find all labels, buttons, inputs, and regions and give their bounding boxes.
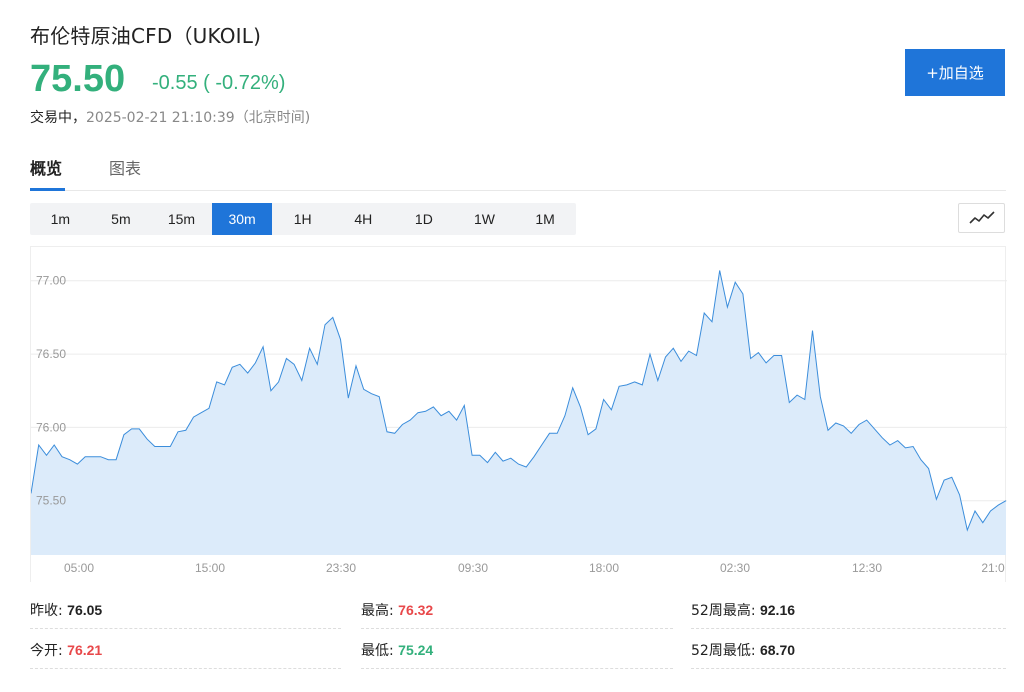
interval-30m[interactable]: 30m [211,203,273,235]
stat-high: 最高: 76.32 [361,600,433,635]
x-tick-label: 09:30 [458,561,488,575]
stat-label: 最高: [361,603,394,619]
stat-value: 75.24 [398,642,434,658]
interval-5m[interactable]: 5m [91,203,152,235]
interval-1h[interactable]: 1H [272,203,333,235]
price-chart-svg: 77.00 76.50 76.00 75.50 05:00 15:00 23:30 09:30… [31,270,1007,575]
interval-4h[interactable]: 4H [333,203,394,235]
stat-value: 68.70 [759,642,796,658]
stat-open: 今开: 76.21 [30,640,102,675]
divider [361,628,673,629]
x-tick-label: 05:00 [64,561,94,575]
tab-overview[interactable]: 概览 [30,155,62,179]
add-to-watchlist-button[interactable]: +加自选 [905,49,1005,96]
divider [691,668,1006,669]
interval-1m[interactable]: 1m [30,203,91,235]
line-chart-icon [968,211,995,224]
page-title: 布伦特原油CFD（UKOIL) [30,24,262,48]
y-tick-label: 77.00 [36,274,66,288]
stat-low: 最低: 75.24 [361,640,433,675]
stat-52w-high: 52周最高: 92.16 [691,600,795,635]
stat-label: 今开: [30,643,63,659]
stat-label: 52周最高: [691,603,756,619]
interval-1mo[interactable]: 1M [515,203,576,235]
tab-chart[interactable]: 图表 [109,155,141,179]
timestamp: 2025-02-21 21:10:39（北京时间) [86,110,311,126]
stats-panel: 昨收: 76.05 最高: 76.32 52周最高: 92.16 今开: 76.… [30,594,1006,674]
x-tick-label: 18:00 [589,561,619,575]
interval-15m[interactable]: 15m [151,203,212,235]
tab-bar: 概览 图表 [30,150,1006,191]
divider [30,628,341,629]
x-tick-label: 02:30 [720,561,750,575]
stat-value: 92.16 [759,602,796,618]
y-tick-label: 76.50 [36,347,66,361]
x-tick-label: 12:30 [852,561,882,575]
stat-value: 76.21 [67,642,103,658]
stat-prev-close: 昨收: 76.05 [30,600,102,635]
price-change: -0.55 ( -0.72%) [152,72,286,94]
divider [361,668,673,669]
price-chart[interactable]: 77.00 76.50 76.00 75.50 05:00 15:00 23:30 09:30… [30,246,1007,582]
stat-label: 昨收: [30,603,63,619]
current-price: 75.50 [30,58,126,100]
divider [691,628,1006,629]
stat-label: 最低: [361,643,394,659]
y-tick-label: 75.50 [36,494,66,508]
y-tick-label: 76.00 [36,420,66,434]
divider [30,668,341,669]
stat-52w-low: 52周最低: 68.70 [691,640,795,675]
interval-selector: 1m 5m 15m 30m 1H 4H 1D 1W 1M [30,203,576,235]
x-tick-label: 15:00 [195,561,225,575]
active-tab-indicator [30,188,65,191]
stat-value: 76.32 [398,602,434,618]
x-tick-label: 21:0 [981,561,1005,575]
status-label: 交易中， [30,110,86,126]
interval-1d[interactable]: 1D [394,203,455,235]
chart-type-toggle[interactable] [958,203,1005,233]
x-tick-label: 23:30 [326,561,356,575]
interval-1w[interactable]: 1W [454,203,515,235]
trading-status: 交易中，2025-02-21 21:10:39（北京时间) [30,107,310,127]
series-area [31,270,1006,555]
stat-label: 52周最低: [691,643,756,659]
stat-value: 76.05 [67,602,103,618]
